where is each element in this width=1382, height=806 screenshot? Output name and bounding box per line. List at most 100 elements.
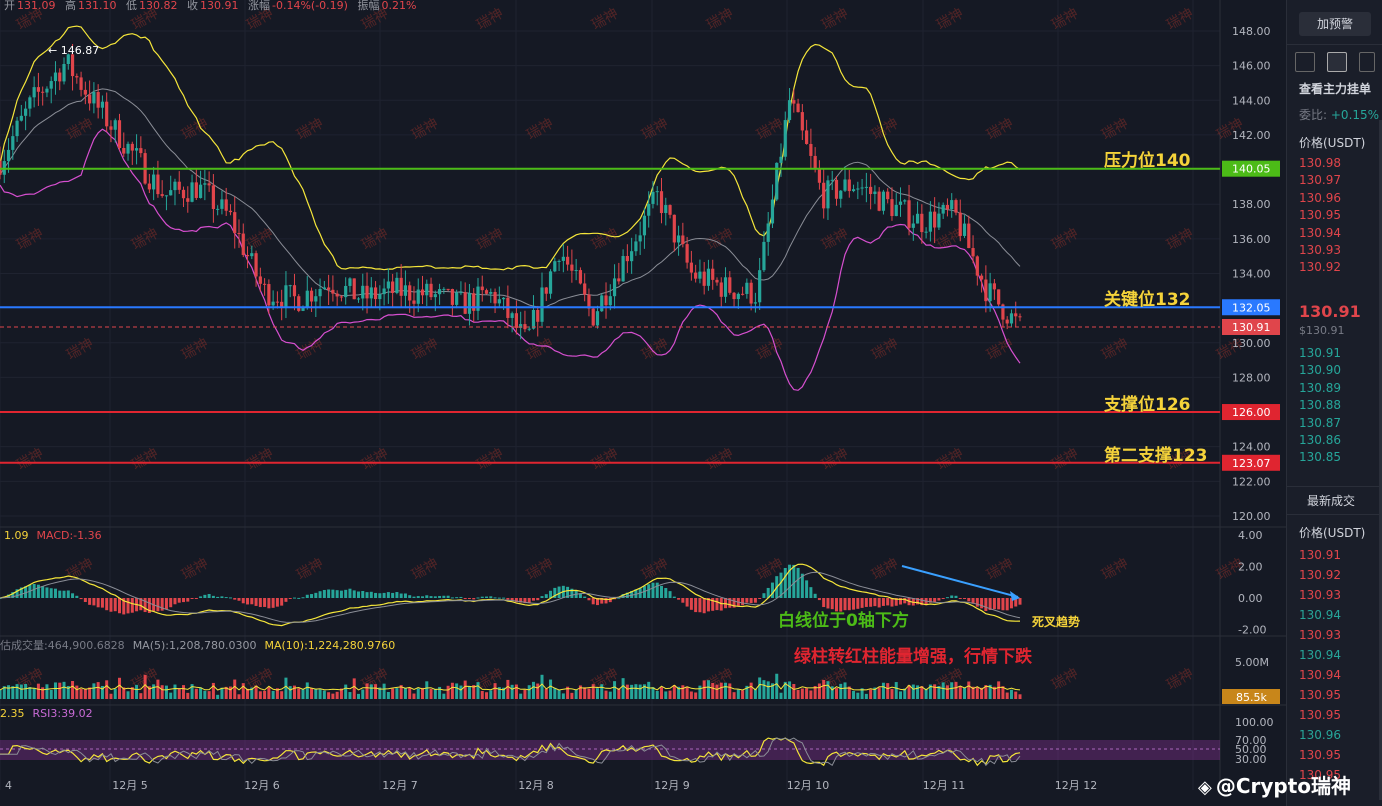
volume-bar [173, 684, 177, 699]
macd-histogram-bar [655, 582, 659, 598]
candle-body [655, 191, 659, 193]
macd-histogram-bar [438, 595, 442, 598]
candle-body [706, 268, 711, 286]
macd-histogram-bar [267, 598, 271, 609]
volume-bar [561, 693, 565, 699]
volume-bar [45, 684, 49, 699]
price-tick-label: 142.00 [1232, 129, 1271, 142]
volume-bar [749, 682, 753, 699]
volume-bar [681, 685, 685, 699]
macd-histogram-bar [130, 598, 134, 613]
macd-histogram-bar [233, 598, 237, 600]
macd-histogram-bar [450, 597, 454, 599]
candle-body [1018, 316, 1022, 318]
macd-histogram-bar [493, 597, 497, 599]
macd-histogram-bar [156, 598, 160, 612]
macd-histogram-bar [890, 598, 894, 607]
macd-histogram-bar [310, 594, 314, 598]
candle-body [783, 120, 787, 157]
candle-body [873, 191, 877, 195]
candle-body [267, 284, 271, 306]
volume-bar [263, 690, 267, 699]
volume-bar [945, 685, 949, 699]
candle-body [493, 291, 497, 304]
candle-body [318, 288, 322, 297]
macd-histogram-bar [877, 598, 881, 608]
price-row: 130.91 [1299, 346, 1341, 360]
candle-body [92, 92, 96, 104]
time-tick-label: 12月 6 [244, 779, 280, 792]
macd-histogram-bar [847, 598, 851, 611]
volume-bar [139, 693, 143, 699]
volume-bar [736, 689, 740, 699]
volume-bar [425, 681, 429, 699]
macd-histogram-bar [685, 598, 689, 607]
candle-body [651, 191, 655, 204]
volume-bar [672, 685, 676, 699]
candle-body [907, 200, 911, 228]
candle-body [894, 204, 898, 217]
price-row: 130.86 [1299, 433, 1341, 447]
volume-bar [19, 684, 23, 699]
macd-histogram-bar [96, 598, 100, 608]
volume-bar [630, 684, 634, 699]
candle-body [967, 223, 971, 249]
rsi-tick-label: 100.00 [1235, 716, 1274, 729]
add-alert-button[interactable]: 加预警 [1299, 12, 1371, 36]
macd-histogram-bar [950, 595, 954, 598]
candle-body [126, 143, 130, 154]
macd-histogram-bar [109, 598, 113, 612]
macd-histogram-bar [113, 598, 117, 612]
candle-body [988, 283, 992, 302]
macd-tick-label: -2.00 [1238, 623, 1266, 636]
price-row: 130.91 [1299, 548, 1341, 562]
candle-body [689, 262, 693, 273]
volume-bar [331, 693, 335, 699]
volume-bar [514, 684, 518, 699]
candle-body [309, 290, 314, 302]
volume-bar [881, 682, 885, 699]
volume-bar [446, 685, 450, 699]
candle-body [216, 208, 220, 210]
volume-bar [15, 684, 19, 699]
book-asks-icon[interactable] [1359, 52, 1375, 72]
volume-bar [421, 687, 425, 699]
depth-title[interactable]: 查看主力挂单 [1299, 80, 1371, 97]
volume-tick-label: 5.00M [1235, 656, 1269, 669]
candle-body [412, 300, 416, 304]
time-tick-label: 12月 9 [654, 779, 690, 792]
candle-body [459, 292, 463, 294]
macd-histogram-bar [412, 596, 416, 598]
macd-histogram-bar [374, 592, 378, 598]
book-both-icon[interactable] [1295, 52, 1315, 72]
trading-chart[interactable]: 瑞神 瑞神 瑞神 瑞神 瑞神 瑞神 瑞神 瑞神 瑞神 瑞神 瑞神瑞神 瑞神 瑞神 瑞神 瑞神 瑞神 瑞神 瑞神 瑞神… [0, 0, 1382, 806]
price-badge-label: 130.91 [1232, 321, 1271, 334]
candle-body [160, 194, 164, 196]
macd-histogram-bar [698, 598, 702, 613]
book-bids-icon[interactable] [1327, 52, 1347, 72]
volume-bar [348, 692, 352, 699]
volume-header: 估成交量:464,900.6828 MA(5):1,208,780.0300 MA(… [0, 638, 395, 652]
macd-histogram-bar [783, 567, 787, 598]
candle-body [369, 287, 373, 299]
volume-bar [963, 688, 967, 699]
volume-bar [591, 684, 595, 699]
candle-body [399, 277, 403, 296]
candle-body [561, 256, 565, 261]
candle-body [156, 174, 160, 195]
candle-body [740, 293, 745, 295]
volume-bar [950, 682, 954, 699]
macd-histogram-bar [997, 598, 1001, 610]
macd-histogram-bar [485, 596, 489, 598]
volume-bar [852, 690, 856, 699]
volume-bar [911, 684, 915, 699]
candle-body [553, 261, 557, 272]
candle-body [105, 101, 109, 127]
volume-bar [595, 688, 599, 699]
volume-bar [280, 691, 284, 699]
macd-tick-label: 0.00 [1238, 592, 1263, 605]
candle-body [403, 285, 408, 296]
macd-histogram-bar [53, 588, 57, 598]
candle-body [19, 115, 23, 121]
volume-bar [510, 684, 514, 699]
